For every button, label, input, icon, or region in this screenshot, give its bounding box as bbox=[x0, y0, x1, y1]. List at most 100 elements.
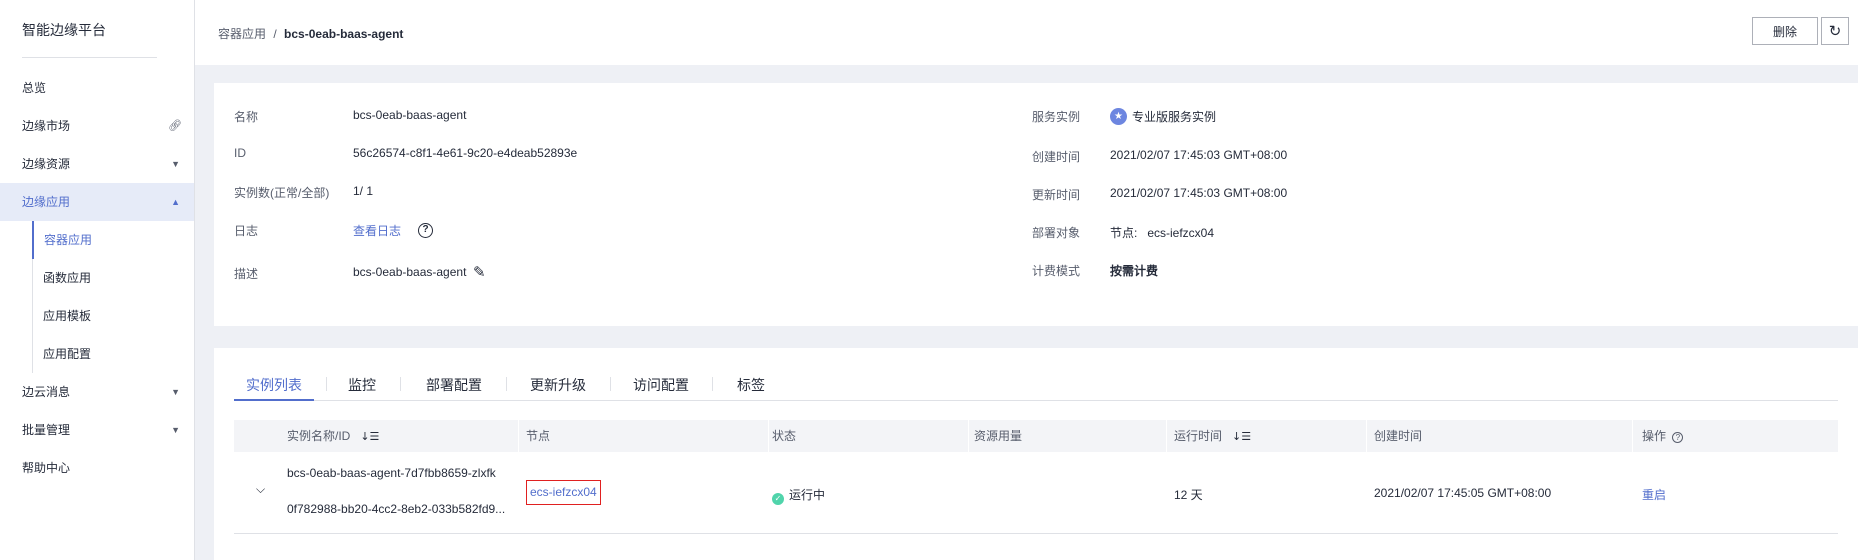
sidebar-subitem-container-apps[interactable]: 容器应用 bbox=[32, 221, 194, 259]
view-log-link[interactable]: 查看日志 bbox=[353, 222, 401, 239]
instances-label: 实例数(正常/全部) bbox=[234, 186, 330, 200]
uptime: 12 天 bbox=[1174, 488, 1203, 502]
sidebar-subitem-function-apps[interactable]: 函数应用 bbox=[32, 259, 194, 297]
sidebar-item-label: 边缘市场 bbox=[22, 119, 71, 133]
breadcrumb-current: bcs-0eab-baas-agent bbox=[284, 27, 404, 41]
deploy-target-label: 部署对象 bbox=[1032, 226, 1081, 240]
status-label: 运行中 bbox=[789, 488, 826, 502]
sidebar-item-label: 边缘资源 bbox=[22, 157, 71, 171]
instance-status: ✓ 运行中 bbox=[772, 486, 825, 505]
tab-separator bbox=[610, 377, 611, 391]
name-label: 名称 bbox=[234, 110, 259, 124]
sidebar-item-market[interactable]: 边缘市场 🔗︎ bbox=[0, 107, 194, 145]
sidebar-item-label: 边缘应用 bbox=[22, 195, 71, 209]
sidebar-item-overview[interactable]: 总览 bbox=[0, 69, 194, 107]
column-header-label: 操作 bbox=[1642, 429, 1667, 443]
sidebar-item-edge-cloud-messages[interactable]: 边云消息 ▼ bbox=[0, 373, 194, 411]
column-header-resource-usage: 资源用量 bbox=[974, 429, 1023, 443]
external-link-icon: 🔗︎ bbox=[168, 120, 182, 132]
sidebar-item-resources[interactable]: 边缘资源 ▼ bbox=[0, 145, 194, 183]
sidebar-item-label: 边云消息 bbox=[22, 385, 71, 399]
help-icon[interactable]: ? bbox=[418, 223, 433, 238]
sidebar-item-applications[interactable]: 边缘应用 ▲ bbox=[0, 183, 194, 221]
sidebar-item-label: 总览 bbox=[22, 81, 47, 95]
caret-down-icon: ▼ bbox=[171, 387, 180, 397]
sidebar-divider bbox=[22, 57, 157, 58]
column-separator bbox=[1166, 420, 1167, 452]
column-separator bbox=[768, 420, 769, 452]
delete-button[interactable]: 删除 bbox=[1752, 17, 1818, 45]
restart-link[interactable]: 重启 bbox=[1642, 486, 1666, 503]
tab-upgrade[interactable]: 更新升级 bbox=[530, 375, 586, 401]
column-header-node: 节点 bbox=[526, 429, 551, 443]
expand-row-icon[interactable]: ⌵ bbox=[256, 482, 265, 497]
column-header-label: 运行时间 bbox=[1174, 429, 1223, 443]
sidebar-subitem-label: 容器应用 bbox=[44, 233, 93, 247]
sort-icon[interactable]: ↓☰ bbox=[1232, 430, 1251, 443]
caret-down-icon: ▼ bbox=[171, 159, 180, 169]
description-label: 描述 bbox=[234, 267, 259, 281]
details-card: 名称 bcs-0eab-baas-agent ID 56c26574-c8f1-… bbox=[214, 83, 1858, 326]
sidebar-subitem-label: 应用模板 bbox=[43, 309, 92, 323]
billing-mode-label: 计费模式 bbox=[1032, 264, 1081, 278]
sidebar: 智能边缘平台 总览 边缘市场 🔗︎ 边缘资源 ▼ 边缘应用 ▲ 容器应用 函数应… bbox=[0, 0, 195, 560]
log-label: 日志 bbox=[234, 224, 259, 238]
column-separator bbox=[1366, 420, 1367, 452]
pro-edition-icon: ★ bbox=[1110, 108, 1127, 125]
column-header-instance-name[interactable]: 实例名称/ID ↓☰ bbox=[287, 420, 379, 452]
tab-separator bbox=[400, 377, 401, 391]
service-instance-value: 专业版服务实例 bbox=[1132, 110, 1217, 124]
breadcrumb-parent-link[interactable]: 容器应用 bbox=[218, 27, 266, 41]
instance-name: bcs-0eab-baas-agent-7d7fbb8659-zlxfk bbox=[287, 466, 496, 480]
service-instance-label: 服务实例 bbox=[1032, 110, 1081, 124]
caret-up-icon: ▲ bbox=[171, 197, 180, 207]
sidebar-subitem-label: 应用配置 bbox=[43, 347, 92, 361]
sidebar-item-batch-management[interactable]: 批量管理 ▼ bbox=[0, 411, 194, 449]
tab-separator bbox=[712, 377, 713, 391]
tab-separator bbox=[506, 377, 507, 391]
name-value: bcs-0eab-baas-agent bbox=[353, 108, 467, 122]
table-row: ⌵ bcs-0eab-baas-agent-7d7fbb8659-zlxfk 0… bbox=[234, 452, 1838, 534]
description-value: bcs-0eab-baas-agent bbox=[353, 265, 467, 279]
created-time: 2021/02/07 17:45:05 GMT+08:00 bbox=[1374, 486, 1552, 500]
refresh-button[interactable]: ↻ bbox=[1821, 17, 1849, 45]
edit-icon[interactable]: ✎ bbox=[473, 263, 486, 281]
instances-value: 1/ 1 bbox=[353, 184, 374, 198]
breadcrumb: 容器应用 / bcs-0eab-baas-agent bbox=[218, 25, 403, 42]
platform-title: 智能边缘平台 bbox=[22, 22, 106, 38]
id-label: ID bbox=[234, 146, 246, 160]
top-bar: 容器应用 / bcs-0eab-baas-agent 删除 ↻ bbox=[195, 0, 1858, 65]
tab-separator bbox=[326, 377, 327, 391]
table-header: 实例名称/ID ↓☰ 节点 状态 资源用量 运行时间 ↓☰ 创建时间 操作 ? bbox=[234, 420, 1838, 452]
created-time-value: 2021/02/07 17:45:03 GMT+08:00 bbox=[1110, 148, 1288, 162]
column-header-actions: 操作 ? bbox=[1642, 420, 1684, 452]
created-time-label: 创建时间 bbox=[1032, 150, 1081, 164]
tab-tags[interactable]: 标签 bbox=[737, 375, 765, 401]
column-header-uptime[interactable]: 运行时间 ↓☰ bbox=[1174, 420, 1251, 452]
refresh-icon: ↻ bbox=[1828, 22, 1842, 40]
billing-mode-value: 按需计费 bbox=[1110, 264, 1159, 278]
id-value: 56c26574-c8f1-4e61-9c20-e4deab52893e bbox=[353, 146, 578, 160]
sidebar-item-label: 批量管理 bbox=[22, 423, 71, 437]
tab-access-config[interactable]: 访问配置 bbox=[633, 375, 689, 401]
breadcrumb-separator: / bbox=[273, 27, 277, 41]
tab-monitoring[interactable]: 监控 bbox=[348, 375, 376, 401]
tab-bar: 实例列表 监控 部署配置 更新升级 访问配置 标签 bbox=[234, 375, 1838, 401]
sidebar-item-help-center[interactable]: 帮助中心 bbox=[0, 449, 194, 487]
sidebar-subitem-label: 函数应用 bbox=[43, 271, 92, 285]
instances-card: 实例列表 监控 部署配置 更新升级 访问配置 标签 实例名称/ID ↓☰ 节点 状… bbox=[214, 348, 1858, 560]
node-link[interactable]: ecs-iefzcx04 bbox=[526, 480, 601, 505]
sidebar-subitem-app-config[interactable]: 应用配置 bbox=[32, 335, 194, 373]
tab-instance-list[interactable]: 实例列表 bbox=[234, 375, 314, 401]
column-separator bbox=[1632, 420, 1633, 452]
instance-id: 0f782988-bb20-4cc2-8eb2-033b582fd9... bbox=[287, 502, 506, 516]
deploy-target-value: 节点: ecs-iefzcx04 bbox=[1110, 226, 1215, 240]
sort-icon[interactable]: ↓☰ bbox=[360, 430, 379, 443]
help-icon[interactable]: ? bbox=[1672, 432, 1684, 443]
column-header-created-time: 创建时间 bbox=[1374, 429, 1423, 443]
updated-time-value: 2021/02/07 17:45:03 GMT+08:00 bbox=[1110, 186, 1288, 200]
column-header-status: 状态 bbox=[772, 429, 797, 443]
sidebar-subitem-app-templates[interactable]: 应用模板 bbox=[32, 297, 194, 335]
tab-deploy-config[interactable]: 部署配置 bbox=[426, 375, 482, 401]
caret-down-icon: ▼ bbox=[171, 425, 180, 435]
